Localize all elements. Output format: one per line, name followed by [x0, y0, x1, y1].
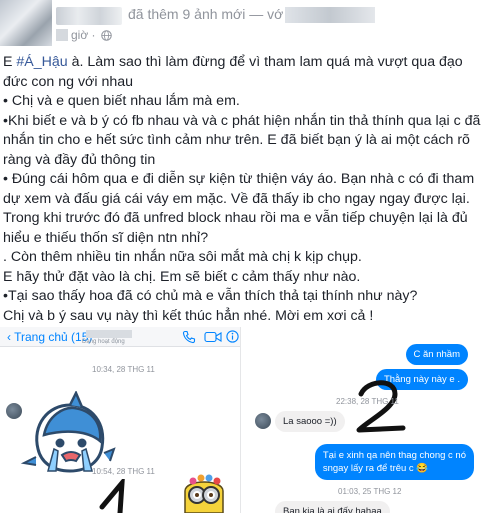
post-line: hiểu e thiếu thốn sĩ diện ntn nhỉ? — [3, 229, 209, 246]
active-status: Đang hoạt động — [82, 339, 125, 345]
back-button[interactable]: ‹ Trang chủ (15) — [7, 330, 92, 344]
message-timestamp: 22:38, 28 THG 11 — [336, 397, 399, 406]
post-timestamp[interactable]: giờ · — [56, 28, 112, 42]
info-icon[interactable] — [226, 330, 239, 343]
photo-grid: ‹ Trang chủ (15) Đang hoạt động 10:34, 2… — [0, 327, 488, 513]
incoming-message: Bạn kia là ai đấy hahaa — [275, 501, 390, 513]
post-action-text[interactable]: đã thêm 9 ảnh mới — vớ — [128, 6, 283, 22]
post-action-line: đã thêm 9 ảnh mới — vớ — [128, 6, 376, 24]
message-timestamp: 10:54, 28 THG 11 — [92, 467, 155, 476]
post-line: •Khi biết e và b ý có fb nhau và và c ph… — [3, 112, 481, 129]
post-line: E hãy thử đặt vào là chị. Em sẽ biết c c… — [3, 268, 361, 285]
photo-messenger-right[interactable]: C ăn nhầm Thằng này này e . 2 22:38, 28 … — [245, 327, 488, 513]
hashtag-link[interactable]: #Á_Hậu — [16, 54, 67, 70]
contact-name-blurred — [86, 330, 132, 338]
minion-sticker — [184, 474, 224, 513]
message-timestamp: 10:34, 28 THG 11 — [92, 365, 155, 374]
post-line: •Tại sao thấy hoa đã có chủ mà e vẫn thí… — [3, 288, 418, 304]
globe-icon — [100, 29, 112, 41]
phone-icon[interactable] — [182, 330, 196, 344]
post-line: Chị và b ý sau vụ này thì kết thúc hẳn n… — [3, 307, 374, 324]
tagged-name-blurred[interactable] — [285, 7, 376, 24]
shark-crying-sticker — [20, 391, 116, 473]
messenger-nav-bar: ‹ Trang chủ (15) Đang hoạt động — [0, 327, 240, 347]
author-avatar[interactable] — [0, 0, 52, 46]
post-line: đức con ng với nhau — [3, 73, 134, 90]
post-line: • Đúng cái hôm qua e đi diễn sự kiện từ … — [3, 171, 475, 187]
incoming-message: La saooo =)) — [275, 411, 345, 432]
post-body: E #Á_Hậu à. Làm sao thì làm đừng để vì t… — [3, 53, 485, 326]
time-suffix: giờ · — [71, 28, 96, 42]
photo-messenger-left[interactable]: ‹ Trang chủ (15) Đang hoạt động 10:34, 2… — [0, 327, 241, 513]
handwritten-number-one: 1 — [99, 479, 125, 513]
handwritten-number-two: 2 — [356, 380, 406, 433]
author-name[interactable] — [56, 7, 122, 25]
post-line: ràng và đầy đủ thông tin — [3, 151, 156, 168]
time-value-blurred — [56, 29, 68, 41]
message-timestamp: 01:03, 25 THG 12 — [338, 487, 402, 496]
video-call-icon[interactable] — [204, 331, 222, 343]
post-line: • Chị và e quen biết nhau lắm mà em. — [3, 93, 240, 109]
post-header: đã thêm 9 ảnh mới — vớ giờ · — [0, 0, 488, 46]
outgoing-message-multiline: Tại e xinh qa nên thag chong c nó sngay … — [314, 444, 474, 480]
outgoing-message: C ăn nhầm — [405, 344, 468, 365]
post-line: nhắn tin cho e hết sức tình cảm như trên… — [3, 132, 470, 148]
post-line: Trong khi trước đó đã unfred block nhau … — [3, 210, 468, 226]
post-line: dự xem và đấu giá cái váy em mặc. Về đã … — [3, 190, 470, 207]
contact-avatar — [255, 413, 271, 429]
post-line: . Còn thêm nhiều tin nhắn nữa sôi mắt mà… — [3, 249, 362, 265]
post-line: E #Á_Hậu à. Làm sao thì làm đừng để vì t… — [3, 54, 463, 70]
